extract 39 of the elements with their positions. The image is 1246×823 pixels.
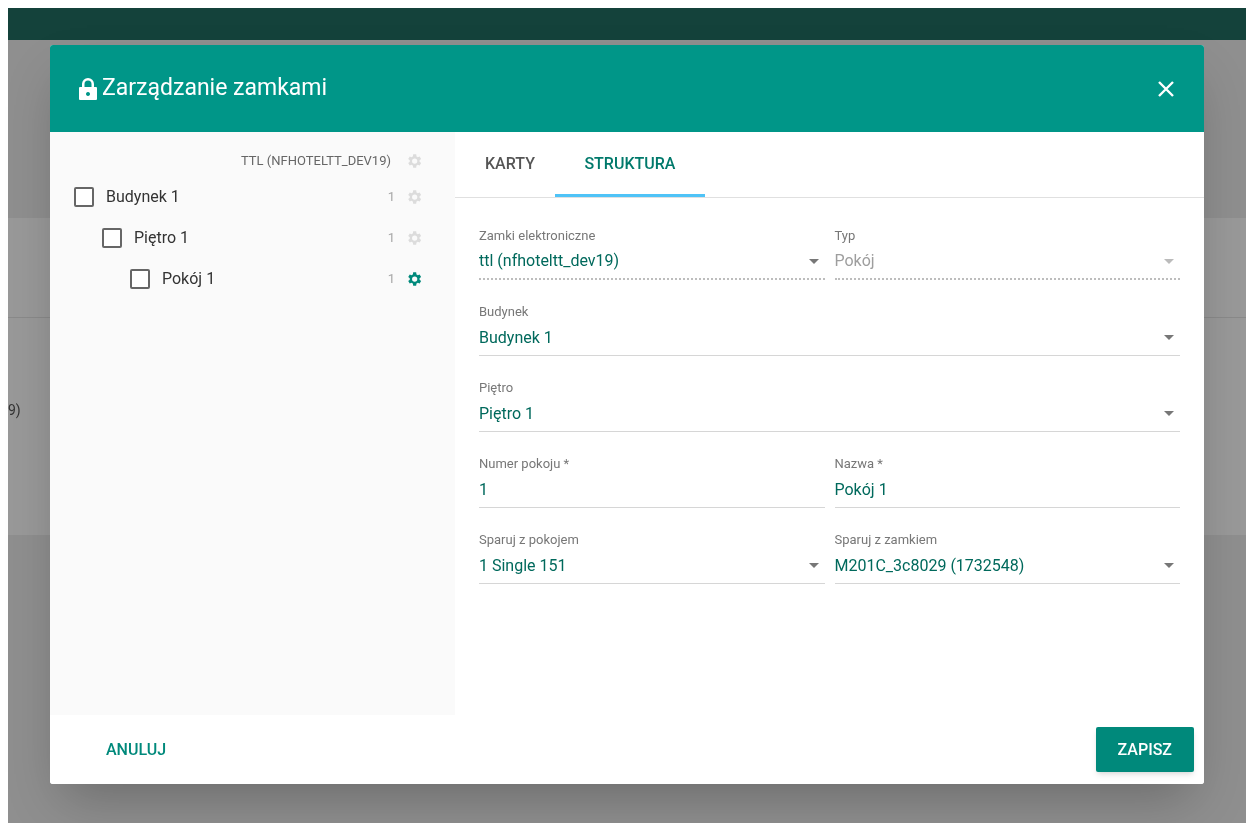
select-field[interactable]: M201C_3c8029 (1732548) [834,548,1180,584]
caret-icon [1164,335,1174,340]
checkbox[interactable] [102,227,122,248]
caret-icon [808,563,819,568]
select-field[interactable]: 1 Single 151 [479,548,825,584]
field-label: Nazwa * [834,456,883,472]
caret-icon [1164,411,1174,416]
tree-item-label[interactable]: Budynek 1 [106,184,180,209]
caret-icon [1164,258,1174,264]
input-field[interactable]: 1 [479,472,825,508]
tree-root-label: TTL (NFHOTELTT_DEV19) [241,152,391,171]
field-label: Sparuj z zamkiem [834,532,938,548]
checkbox[interactable] [130,268,150,289]
select-field[interactable]: Piętro 1 [479,396,1180,432]
input-field[interactable]: Pokój 1 [834,472,1180,508]
dialog-title: Zarządzanie zamkami [102,73,328,104]
field-label: Piętro [479,380,514,396]
checkbox[interactable] [74,186,94,207]
close-icon [1157,79,1175,98]
select-field[interactable]: Budynek 1 [479,320,1180,356]
tree-item-label[interactable]: Pokój 1 [162,266,216,291]
dialog-button[interactable]: ANULUJ [90,727,183,772]
tab[interactable]: KARTY [465,133,555,197]
field-label: Zamki elektroniczne [479,228,596,244]
field-label: Typ [834,228,856,244]
item-count: 1 [387,228,395,247]
tab[interactable]: STRUKTURA [554,133,705,197]
select-field[interactable]: ttl (nfhoteltt_dev19) [479,244,825,280]
lock-icon [78,76,98,101]
field-label: Sparuj z pokojem [479,532,579,548]
dialog-button[interactable]: ZAPISZ [1095,727,1194,772]
item-count: 1 [387,269,395,288]
tree-item-label[interactable]: Piętro 1 [134,225,190,250]
item-count: 1 [387,187,395,206]
field-label: Budynek [479,304,529,320]
partial-text: 9) [8,401,21,421]
caret-icon [808,258,819,264]
caret-icon [1164,563,1174,568]
field-label: Numer pokoju * [479,456,570,472]
